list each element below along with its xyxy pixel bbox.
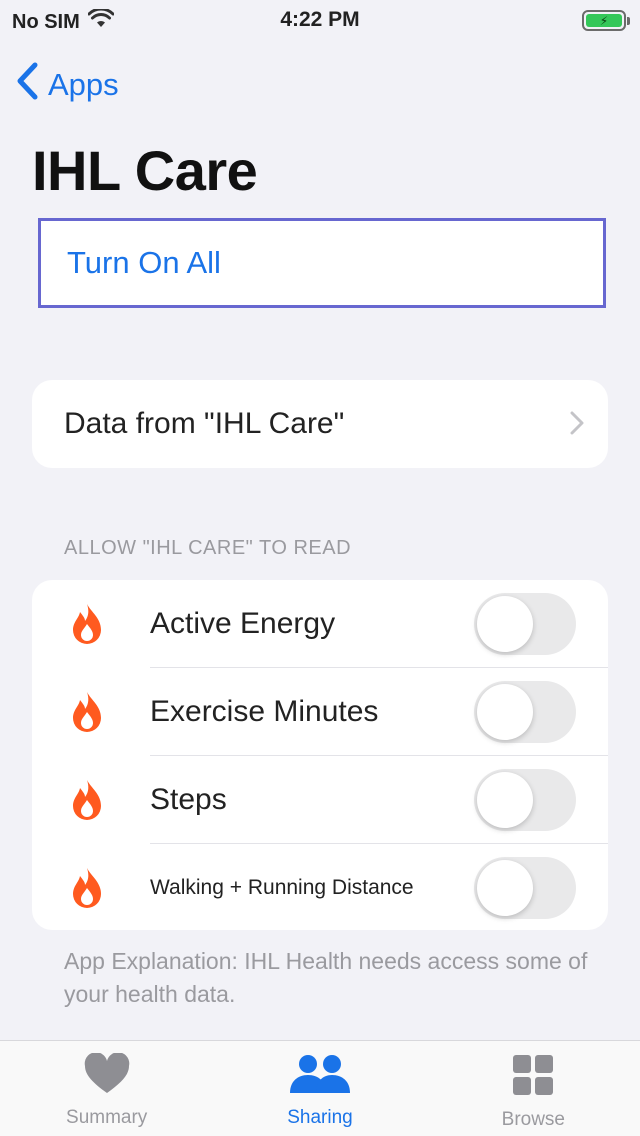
toggle-knob (477, 772, 533, 828)
tab-summary[interactable]: Summary (0, 1041, 213, 1136)
flame-icon (32, 602, 150, 646)
chevron-right-icon (570, 405, 584, 444)
back-label: Apps (48, 67, 119, 102)
tab-label: Sharing (287, 1107, 353, 1128)
list-item: Steps (32, 756, 608, 844)
turn-on-all-label: Turn On All (67, 245, 221, 280)
tab-label: Summary (66, 1107, 148, 1128)
turn-on-all-button[interactable]: Turn On All (38, 218, 606, 308)
list-item: Walking + Running Distance (32, 844, 608, 930)
app-explanation: App Explanation: IHL Health needs access… (64, 948, 588, 1007)
status-time: 4:22 PM (280, 8, 360, 31)
toggle-knob (477, 860, 533, 916)
exercise-minutes-toggle[interactable] (474, 681, 576, 743)
tab-label: Browse (501, 1109, 565, 1130)
tab-browse[interactable]: Browse (427, 1041, 640, 1136)
list-item: Exercise Minutes (32, 668, 608, 756)
data-from-label: Data from "IHL Care" (64, 407, 345, 440)
people-icon (288, 1053, 352, 1101)
walking-running-distance-toggle[interactable] (474, 857, 576, 919)
row-label: Walking + Running Distance (150, 876, 414, 899)
read-permissions-list: Active Energy Exercise Minutes Steps Wal… (32, 580, 608, 930)
toggle-knob (477, 684, 533, 740)
flame-icon (32, 866, 150, 910)
list-item: Active Energy (32, 580, 608, 668)
chevron-left-icon (16, 62, 38, 108)
active-energy-toggle[interactable] (474, 593, 576, 655)
section-header: ALLOW "IHL CARE" TO READ (64, 537, 352, 559)
tab-sharing[interactable]: Sharing (213, 1041, 426, 1136)
flame-icon (32, 778, 150, 822)
row-label: Active Energy (150, 607, 336, 640)
steps-toggle[interactable] (474, 769, 576, 831)
back-button[interactable]: Apps (16, 62, 119, 108)
page-title: IHL Care (32, 139, 258, 202)
grid-icon (511, 1053, 555, 1103)
row-label: Steps (150, 783, 227, 816)
battery-charging-icon: ⚡ (586, 14, 622, 28)
screen: No SIM 4:22 PM ⚡ Apps IHL Care Turn On A… (0, 0, 640, 1136)
status-bar: No SIM 4:22 PM ⚡ (0, 0, 640, 40)
data-from-app-row[interactable]: Data from "IHL Care" (32, 380, 608, 468)
row-label: Exercise Minutes (150, 695, 379, 728)
heart-icon (83, 1052, 131, 1101)
battery-icon: ⚡ (582, 10, 630, 31)
toggle-knob (477, 596, 533, 652)
tab-bar: Summary Sharing Browse (0, 1040, 640, 1136)
flame-icon (32, 690, 150, 734)
